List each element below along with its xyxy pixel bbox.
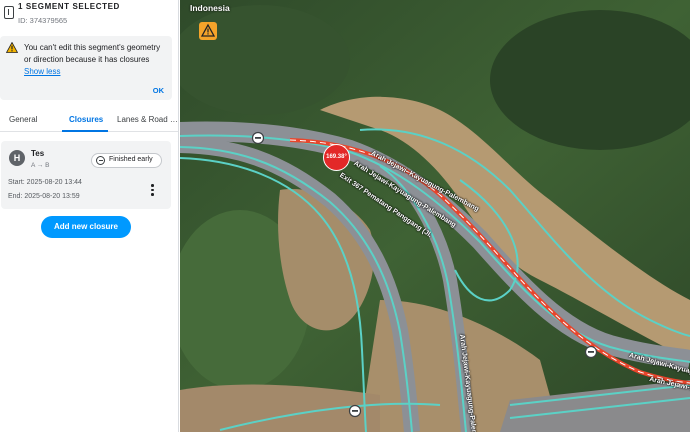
map-warning-icon[interactable] bbox=[199, 22, 217, 40]
closure-status-badge: Finished early bbox=[91, 153, 162, 168]
finished-status-icon bbox=[96, 156, 105, 165]
tab-lanes-road[interactable]: Lanes & Road … bbox=[117, 115, 178, 124]
closure-direction: A → B bbox=[31, 162, 50, 169]
segment-title: 1 SEGMENT SELECTED bbox=[18, 2, 120, 11]
satellite-map[interactable]: Indonesia 169.38° Arah Jejawi- Kayuagung… bbox=[180, 0, 690, 432]
edit-panel: 1 SEGMENT SELECTED ID: 374379565 You can… bbox=[0, 0, 179, 432]
tab-general[interactable]: General bbox=[9, 115, 37, 124]
active-tab-indicator bbox=[62, 130, 108, 132]
closure-start-time: Start: 2025-08-20 13:44 bbox=[8, 179, 82, 186]
closure-card[interactable]: H Tes A → B Finished early Start: 2025-0… bbox=[1, 141, 171, 209]
more-options-icon[interactable] bbox=[147, 183, 157, 197]
closure-name: Tes bbox=[31, 149, 45, 158]
closure-status-text: Finished early bbox=[109, 156, 153, 163]
alert-message-text: You can't edit this segment's geometry o… bbox=[24, 43, 161, 64]
segment-id: ID: 374379565 bbox=[18, 16, 68, 25]
warning-icon bbox=[6, 42, 18, 53]
panel-tabs: General Closures Lanes & Road … bbox=[0, 110, 178, 132]
segment-header: 1 SEGMENT SELECTED ID: 374379565 bbox=[0, 0, 178, 30]
closure-end-time: End: 2025-08-20 13:59 bbox=[8, 193, 80, 200]
closure-type-icon: H bbox=[9, 150, 25, 166]
direction-marker[interactable]: 169.38° bbox=[323, 144, 350, 171]
add-new-closure-button[interactable]: Add new closure bbox=[41, 216, 131, 238]
map-country-label: Indonesia bbox=[190, 3, 230, 13]
closure-alert: You can't edit this segment's geometry o… bbox=[0, 36, 172, 100]
show-less-link[interactable]: Show less bbox=[24, 67, 60, 76]
alert-ok-button[interactable]: OK bbox=[153, 86, 164, 95]
segment-icon bbox=[4, 6, 14, 19]
alert-message: You can't edit this segment's geometry o… bbox=[24, 42, 168, 78]
tab-closures[interactable]: Closures bbox=[69, 115, 103, 124]
